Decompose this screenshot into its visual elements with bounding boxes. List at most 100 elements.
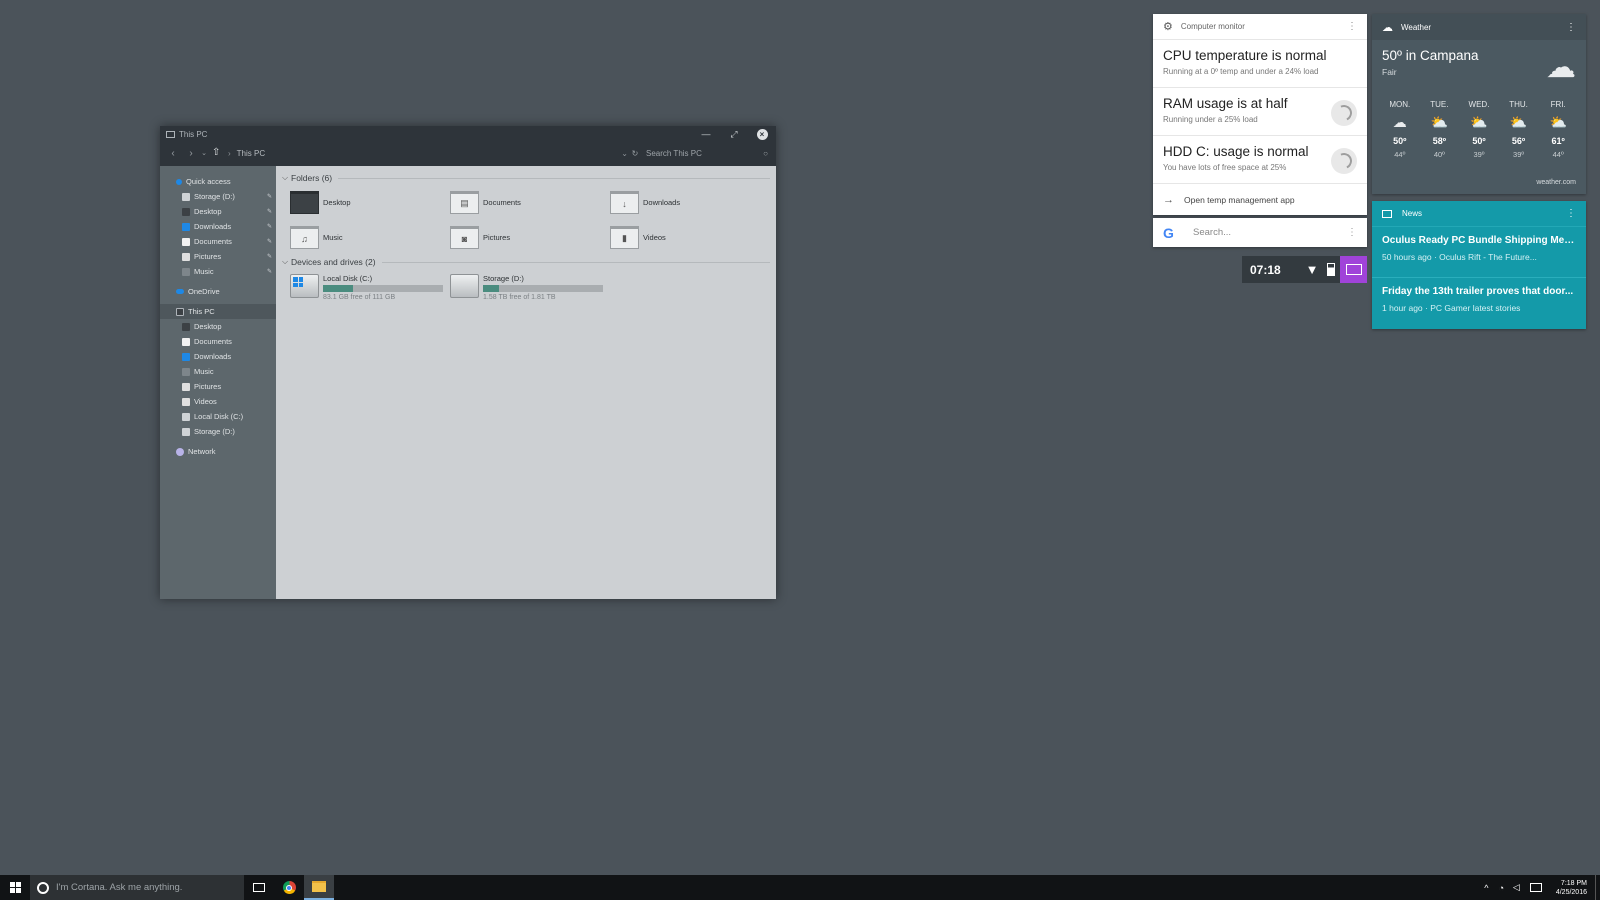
videos-icon [182,397,190,406]
start-button[interactable] [0,875,30,900]
star-icon [176,178,182,185]
nav-item[interactable]: Downloads ✎ [160,219,276,234]
nav-onedrive[interactable]: OneDrive [160,284,276,299]
windows-logo-icon [9,882,21,893]
folder-item[interactable]: ▮ Videos [610,225,770,250]
up-arrow-icon[interactable]: ⇧ [212,148,222,158]
title-bar[interactable]: This PC — ⤢ × [160,126,776,142]
nav-label: Quick access [186,177,231,186]
file-explorer-taskbar-button[interactable] [304,875,334,900]
system-tray: ^ ◔ ◁ 7:18 PM 4/25/2016 [1479,875,1600,900]
pictures-icon [182,382,190,391]
more-menu-icon[interactable]: ⋮ [1347,21,1357,32]
cortana-search-box[interactable]: I'm Cortana. Ask me anything. [30,875,244,900]
forecast-day[interactable]: THU. ⛅ 56º 39º [1499,100,1539,159]
folder-label: Downloads [643,198,681,207]
news-story[interactable]: Oculus Ready PC Bundle Shipping Meg... 5… [1372,227,1586,278]
folder-label: Desktop [323,198,351,207]
nav-item[interactable]: Documents [160,334,276,349]
news-widget: News ⋮ Oculus Ready PC Bundle Shipping M… [1372,201,1586,329]
forecast-day[interactable]: FRI. ⛅ 61º 44º [1538,100,1578,159]
pictures-icon [182,252,190,261]
folders-group-header[interactable]: ⌵ Folders (6) [282,172,770,184]
folder-item[interactable]: ↓ Downloads [610,190,770,215]
nav-quick-access[interactable]: Quick access [160,174,276,189]
drive-item[interactable]: Storage (D:) 1.58 TB free of 1.81 TB [450,274,610,304]
drive-usage-bar [323,285,443,292]
breadcrumb-item[interactable]: This PC [237,149,265,158]
mostly-cloudy-icon: ⛅ [1470,114,1488,130]
nav-item[interactable]: Videos [160,394,276,409]
forward-button[interactable]: › [182,148,200,159]
news-story[interactable]: Friday the 13th trailer proves that door… [1372,278,1586,329]
show-hidden-icons-icon[interactable]: ^ [1479,883,1494,893]
action-center-icon[interactable] [1529,883,1542,892]
ram-status-row[interactable]: RAM usage is at half Running under a 25%… [1153,88,1367,136]
group-title: Devices and drives (2) [291,257,376,267]
drives-group-header[interactable]: ⌵ Devices and drives (2) [282,256,770,268]
pin-icon[interactable]: ✎ [267,208,272,215]
forecast-day[interactable]: MON. ☁ 50º 44º [1380,100,1420,159]
google-search-widget[interactable]: G Search... ⋮ [1153,218,1367,247]
nav-item[interactable]: Desktop ✎ [160,204,276,219]
cloud-icon: ☁ [1382,21,1393,34]
drive-item[interactable]: Local Disk (C:) 83.1 GB free of 111 GB [290,274,450,304]
folder-item[interactable]: ▤ Documents [450,190,610,215]
current-weather[interactable]: 50º in Campana Fair ☁ [1372,40,1586,90]
media-toggle-icon[interactable] [1340,256,1367,283]
nav-item[interactable]: Storage (D:) ✎ [160,189,276,204]
more-menu-icon[interactable]: ⋮ [1566,22,1576,33]
network-icon[interactable]: ◔ [1494,883,1509,893]
nav-item[interactable]: Desktop [160,319,276,334]
folder-item[interactable]: ◙ Pictures [450,225,610,250]
maximize-button[interactable]: ⤢ [720,126,748,142]
nav-item[interactable]: Downloads [160,349,276,364]
address-dropdown-icon[interactable]: ⌄ [621,149,628,158]
widget-title: Weather [1401,22,1432,32]
forecast-day[interactable]: WED. ⛅ 50º 39º [1459,100,1499,159]
minimize-button[interactable]: — [692,126,720,142]
refresh-icon[interactable]: ↻ [628,149,642,158]
recent-locations-button[interactable]: ⌄ [200,149,208,157]
show-desktop-button[interactable] [1595,875,1600,900]
nav-item[interactable]: Local Disk (C:) [160,409,276,424]
folder-item[interactable]: Desktop [290,190,450,215]
nav-item[interactable]: Pictures ✎ [160,249,276,264]
task-view-button[interactable] [244,875,274,900]
wifi-icon[interactable]: ▼ [1302,262,1322,277]
gear-icon: ⚙ [1163,21,1173,33]
folder-item[interactable]: ♫ Music [290,225,450,250]
pin-icon[interactable]: ✎ [267,238,272,245]
nav-item[interactable]: Music [160,364,276,379]
battery-icon[interactable] [1322,263,1340,276]
cpu-status-row[interactable]: CPU temperature is normal Running at a 0… [1153,40,1367,88]
pin-icon[interactable]: ✎ [267,193,272,200]
system-drive-icon [290,274,319,298]
forecast-day-name: WED. [1468,100,1490,109]
breadcrumb[interactable]: ⇧ › This PC ⌄ [208,145,628,161]
nav-item[interactable]: Pictures [160,379,276,394]
pin-icon[interactable]: ✎ [267,253,272,260]
search-input[interactable]: Search This PC ○ [642,145,772,161]
nav-this-pc[interactable]: This PC [160,304,276,319]
open-temp-app-link[interactable]: → Open temp management app [1153,184,1367,215]
more-menu-icon[interactable]: ⋮ [1347,227,1357,238]
nav-item[interactable]: Storage (D:) [160,424,276,439]
more-menu-icon[interactable]: ⋮ [1566,208,1576,219]
pin-icon[interactable]: ✎ [267,268,272,275]
content-pane: ⌵ Folders (6) Desktop ▤ Documents ↓ Download… [276,166,776,599]
nav-network[interactable]: Network [160,444,276,459]
close-button[interactable]: × [748,126,776,142]
nav-item[interactable]: Music ✎ [160,264,276,279]
taskbar-clock[interactable]: 7:18 PM 4/25/2016 [1548,879,1595,897]
forecast-high: 58º [1432,136,1447,146]
pin-icon[interactable]: ✎ [267,223,272,230]
forecast-day[interactable]: TUE. ⛅ 58º 40º [1420,100,1460,159]
back-button[interactable]: ‹ [164,148,182,159]
hdd-status-row[interactable]: HDD C: usage is normal You have lots of … [1153,136,1367,184]
volume-icon[interactable]: ◁ [1509,882,1524,893]
nav-item[interactable]: Documents ✎ [160,234,276,249]
weather-source[interactable]: weather.com [1536,179,1576,186]
nav-label: Documents [194,337,232,346]
chrome-taskbar-button[interactable] [274,875,304,900]
